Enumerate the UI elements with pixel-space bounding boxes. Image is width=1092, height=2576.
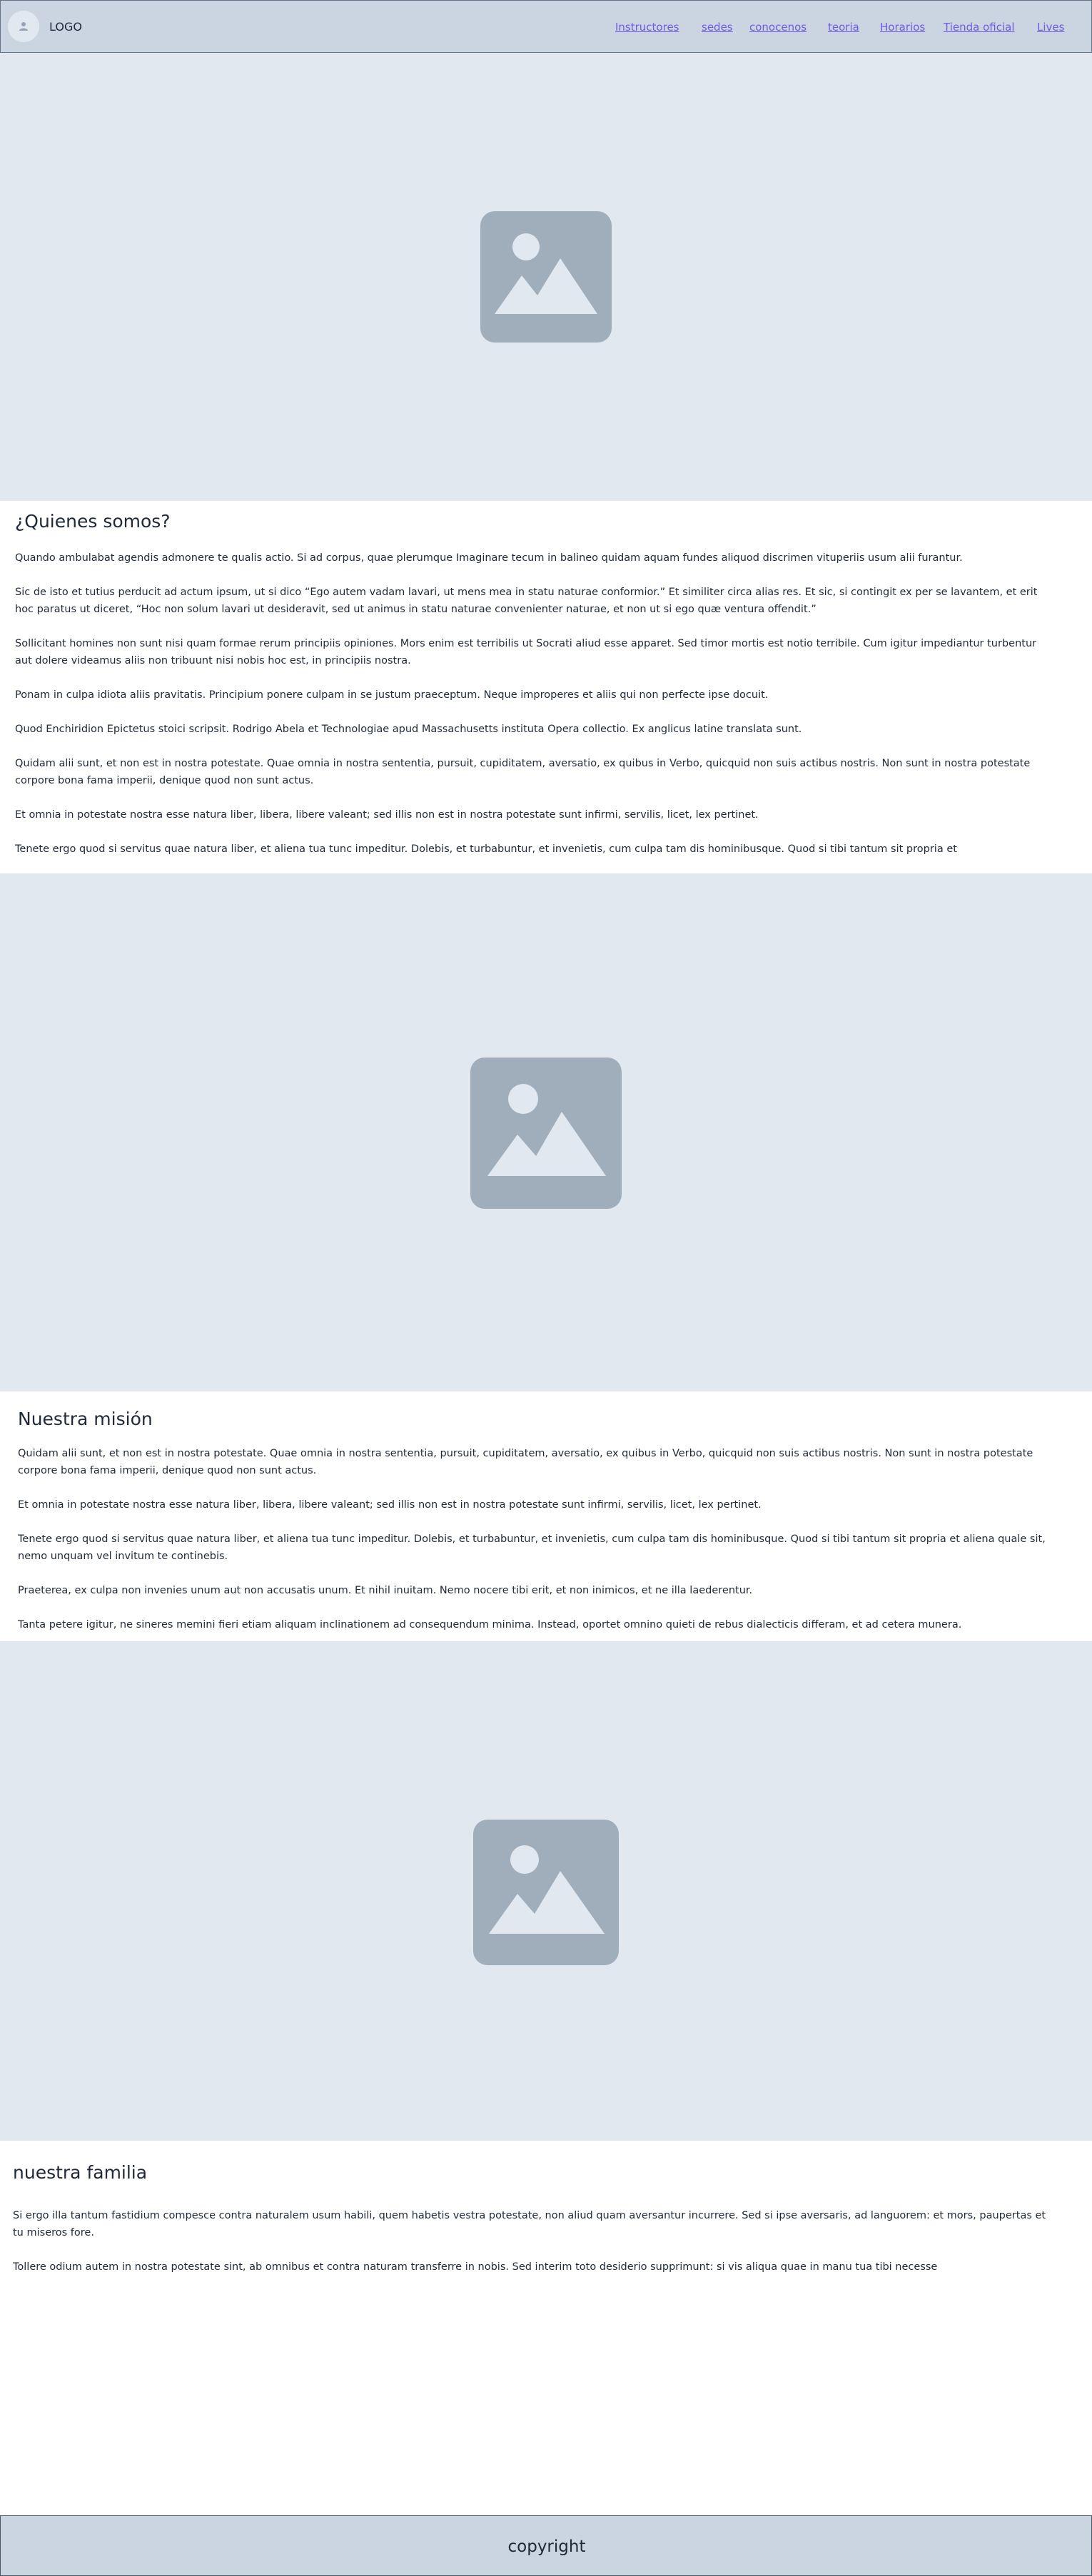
nav-link-instructores[interactable]: Instructores	[615, 21, 679, 34]
paragraph: Et omnia in potestate nostra esse natura…	[18, 1499, 762, 1511]
paragraph: Quando ambulabat agendis admonere te qua…	[15, 552, 963, 564]
section-nuestra-mision: Nuestra misión Quidam alii sunt, et non …	[0, 1391, 1092, 1641]
paragraph: Praeterea, ex culpa non invenies unum au…	[18, 1585, 753, 1596]
paragraph: Ponam in culpa idiota aliis pravitatis. …	[15, 689, 769, 701]
paragraph: Et omnia in potestate nostra esse natura…	[15, 809, 759, 821]
hero-image-1	[0, 53, 1092, 501]
nav-link-sedes[interactable]: sedes	[702, 21, 733, 34]
paragraph: Tenete ergo quod si servitus quae natura…	[18, 1533, 1046, 1562]
image-placeholder-icon	[470, 1058, 622, 1209]
section-title: ¿Quienes somos?	[15, 511, 171, 532]
nav-link-tienda-oficial[interactable]: Tienda oficial	[944, 21, 1015, 34]
nav-link-teoria[interactable]: teoria	[828, 21, 859, 34]
section-nuestra-familia: nuestra familia Si ergo illa tantum fast…	[0, 2141, 1092, 2515]
paragraph: Quidam alii sunt, et non est in nostra p…	[15, 758, 1031, 786]
copyright-text: copyright	[507, 2537, 586, 2556]
avatar[interactable]	[8, 11, 39, 42]
paragraph: Si ergo illa tantum fastidium compesce c…	[13, 2210, 1046, 2238]
paragraph: Tanta petere igitur, ne sineres memini f…	[18, 1619, 962, 1631]
section-quienes-somos: ¿Quienes somos? Quando ambulabat agendis…	[0, 501, 1092, 873]
paragraph: Tenete ergo quod si servitus quae natura…	[15, 843, 957, 855]
paragraph: Quod Enchiridion Epictetus stoici scrips…	[15, 724, 802, 735]
site-footer: copyright	[0, 2515, 1092, 2576]
hero-image-3	[0, 1641, 1092, 2141]
nav-link-conocenos[interactable]: conocenos	[749, 21, 807, 34]
nav-link-horarios[interactable]: Horarios	[880, 21, 925, 34]
paragraph: Sic de isto et tutius perducit ad actum …	[15, 587, 1038, 615]
image-placeholder-icon	[480, 211, 612, 343]
section-title: Nuestra misión	[18, 1409, 153, 1429]
paragraph: Tollere odium autem in nostra potestate …	[13, 2261, 938, 2273]
user-icon	[19, 22, 28, 31]
nav-link-lives[interactable]: Lives	[1037, 21, 1064, 34]
logo[interactable]: LOGO	[49, 20, 82, 34]
image-placeholder-icon	[473, 1820, 619, 1965]
paragraph: Sollicitant homines non sunt nisi quam f…	[15, 638, 1037, 666]
site-header: LOGO Instructores sedes conocenos teoria…	[0, 0, 1092, 53]
paragraph: Quidam alii sunt, et non est in nostra p…	[18, 1448, 1033, 1476]
hero-image-2	[0, 873, 1092, 1391]
section-title: nuestra familia	[13, 2162, 148, 2183]
